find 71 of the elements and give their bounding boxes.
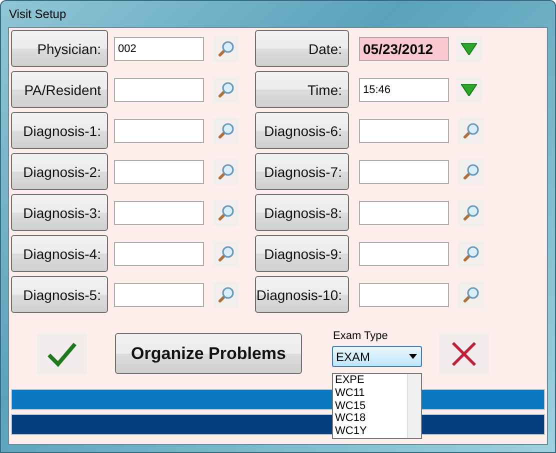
search-icon bbox=[217, 40, 235, 58]
search-icon bbox=[462, 162, 480, 180]
input-field[interactable] bbox=[359, 282, 449, 306]
dropdown-option[interactable]: WC15 bbox=[333, 400, 407, 412]
dropdown-option[interactable]: EXPE bbox=[333, 374, 407, 387]
input-field[interactable] bbox=[114, 242, 204, 266]
checkmark-icon bbox=[47, 341, 77, 367]
exam-type-dropdown[interactable]: EXAM bbox=[332, 346, 422, 367]
field-label-button[interactable]: Diagnosis-10: bbox=[255, 276, 349, 313]
lookup-button[interactable] bbox=[213, 36, 239, 62]
search-icon bbox=[217, 244, 235, 262]
exam-type-label: Exam Type bbox=[333, 330, 389, 342]
field-label-button[interactable]: Diagnosis-9: bbox=[255, 235, 349, 272]
down-triangle-icon bbox=[461, 84, 477, 96]
lookup-button[interactable] bbox=[213, 240, 239, 266]
field-label-button[interactable]: Diagnosis-8: bbox=[255, 194, 349, 231]
field-label-button[interactable]: Diagnosis-5: bbox=[11, 276, 108, 313]
input-field[interactable] bbox=[359, 200, 449, 224]
dropdown-option[interactable]: WC18 bbox=[333, 412, 407, 426]
lookup-button[interactable] bbox=[458, 240, 484, 266]
search-icon bbox=[462, 286, 480, 304]
lookup-button[interactable] bbox=[213, 158, 239, 184]
input-field[interactable] bbox=[359, 160, 449, 184]
input-field[interactable] bbox=[114, 118, 204, 142]
field-label-button[interactable]: Physician: bbox=[11, 30, 108, 67]
input-field[interactable] bbox=[114, 282, 204, 306]
organize-problems-button[interactable]: Organize Problems bbox=[115, 333, 302, 374]
search-icon bbox=[462, 204, 480, 222]
search-icon bbox=[462, 122, 480, 140]
field-label-button[interactable]: Diagnosis-6: bbox=[255, 112, 349, 149]
input-field[interactable] bbox=[114, 78, 204, 102]
field-label-button[interactable]: Diagnosis-4: bbox=[11, 235, 108, 272]
input-field[interactable] bbox=[114, 200, 204, 224]
input-field[interactable] bbox=[359, 118, 449, 142]
input-field[interactable]: 002 bbox=[114, 36, 204, 60]
caret-icon bbox=[409, 354, 417, 359]
cancel-button[interactable] bbox=[439, 333, 489, 375]
lookup-button[interactable] bbox=[213, 200, 239, 226]
input-field[interactable] bbox=[114, 160, 204, 184]
search-icon bbox=[217, 162, 235, 180]
search-icon bbox=[462, 244, 480, 262]
dropdown-button[interactable] bbox=[456, 36, 482, 62]
search-icon bbox=[217, 204, 235, 222]
scrollbar[interactable] bbox=[407, 374, 421, 438]
field-label-button[interactable]: Date: bbox=[255, 30, 349, 67]
lookup-button[interactable] bbox=[458, 158, 484, 184]
field-label-button[interactable]: Time: bbox=[255, 71, 349, 108]
down-triangle-icon bbox=[461, 42, 477, 54]
lookup-button[interactable] bbox=[458, 200, 484, 226]
search-icon bbox=[217, 122, 235, 140]
lookup-button[interactable] bbox=[458, 118, 484, 144]
search-icon bbox=[217, 80, 235, 98]
dropdown-option[interactable]: WC11 bbox=[333, 386, 407, 400]
close-icon bbox=[451, 341, 477, 367]
search-icon bbox=[217, 286, 235, 304]
confirm-button[interactable] bbox=[37, 333, 87, 375]
input-field[interactable]: 05/23/2012 bbox=[359, 36, 449, 60]
dropdown-button[interactable] bbox=[456, 76, 482, 102]
lookup-button[interactable] bbox=[458, 282, 484, 308]
field-label-button[interactable]: Diagnosis-7: bbox=[255, 153, 349, 190]
field-label-button[interactable]: Diagnosis-1: bbox=[11, 112, 108, 149]
input-field[interactable]: 15:46 bbox=[359, 78, 449, 102]
field-label-button[interactable]: Diagnosis-3: bbox=[11, 194, 108, 231]
window-title: Visit Setup bbox=[8, 6, 68, 23]
lookup-button[interactable] bbox=[213, 76, 239, 102]
lookup-button[interactable] bbox=[213, 282, 239, 308]
field-label-button[interactable]: Diagnosis-2: bbox=[11, 153, 108, 190]
field-label-button[interactable]: PA/Resident bbox=[11, 71, 108, 108]
dropdown-option[interactable]: WC1Y bbox=[333, 425, 407, 438]
input-field[interactable] bbox=[359, 242, 449, 266]
lookup-button[interactable] bbox=[213, 118, 239, 144]
